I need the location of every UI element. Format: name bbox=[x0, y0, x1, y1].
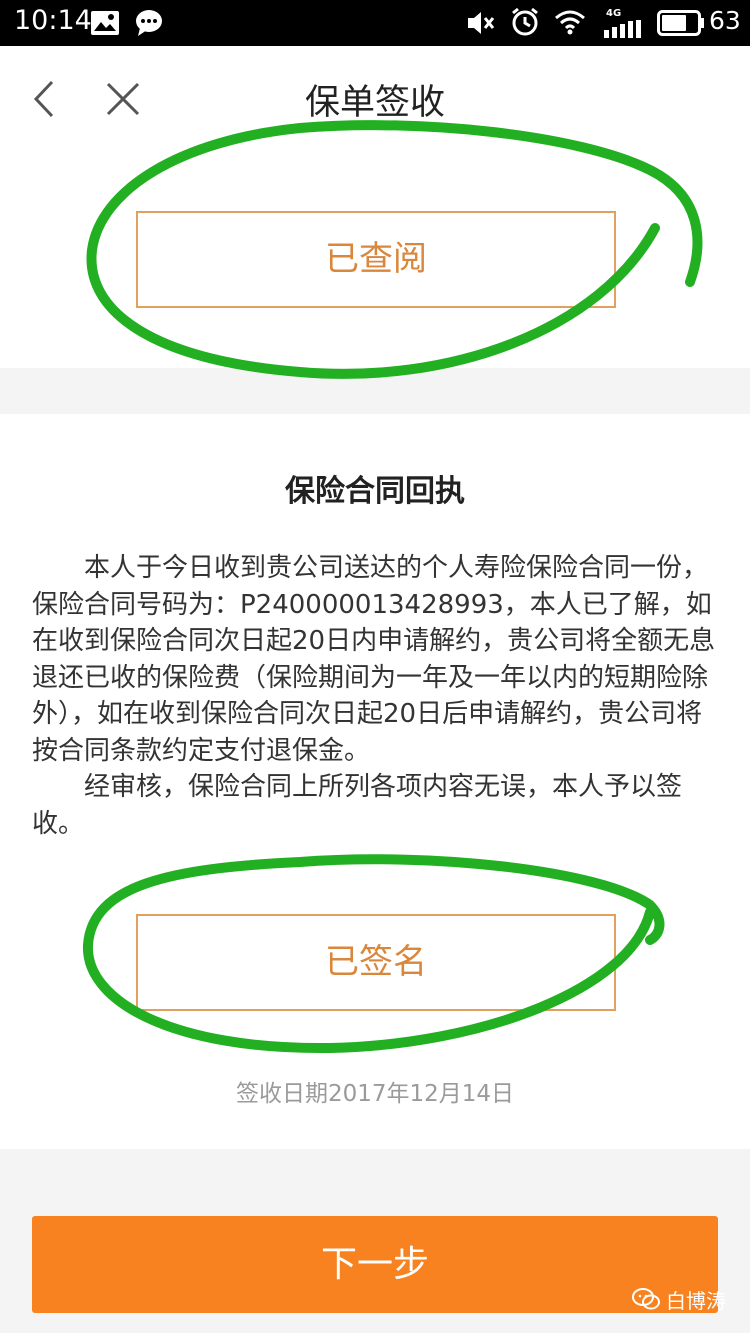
policy-sign-screen: 10:14 4G 63 保单签收 已查阅 保险合同回执 本人于今日收到贵公司送达… bbox=[0, 0, 750, 1333]
battery-icon bbox=[657, 10, 705, 40]
watermark-text: 白博涛 bbox=[666, 1288, 726, 1313]
receipt-paragraph-1: 本人于今日收到贵公司送达的个人寿险保险合同一份，保险合同号码为：P2400000… bbox=[32, 553, 716, 766]
review-card: 已查阅 bbox=[0, 150, 750, 368]
page-title: 保单签收 bbox=[304, 83, 445, 123]
signed-button[interactable]: 已签名 bbox=[136, 914, 616, 1011]
image-icon bbox=[90, 10, 120, 40]
header: 保单签收 bbox=[0, 46, 750, 150]
signal-icon bbox=[604, 18, 642, 42]
receipt-paragraph-2: 经审核，保险合同上所列各项内容无误，本人予以签收。 bbox=[32, 772, 683, 839]
chat-bubble-icon bbox=[134, 8, 164, 42]
wifi-icon bbox=[554, 9, 586, 39]
mute-icon bbox=[466, 10, 496, 40]
next-step-button[interactable]: 下一步 bbox=[32, 1216, 718, 1313]
network-type: 4G bbox=[606, 8, 622, 19]
receipt-card: 保险合同回执 本人于今日收到贵公司送达的个人寿险保险合同一份，保险合同号码为：P… bbox=[0, 414, 750, 1149]
watermark: 白博涛 bbox=[632, 1284, 726, 1314]
reviewed-button[interactable]: 已查阅 bbox=[136, 211, 616, 308]
battery-level: 63 bbox=[709, 6, 741, 35]
receipt-body: 本人于今日收到贵公司送达的个人寿险保险合同一份，保险合同号码为：P2400000… bbox=[32, 550, 718, 842]
wechat-icon bbox=[632, 1288, 660, 1310]
status-bar: 10:14 4G 63 bbox=[0, 0, 750, 46]
alarm-icon bbox=[510, 7, 540, 41]
status-time: 10:14 bbox=[14, 5, 92, 36]
sign-date: 签收日期2017年12月14日 bbox=[235, 1081, 515, 1107]
receipt-heading: 保险合同回执 bbox=[285, 474, 465, 509]
